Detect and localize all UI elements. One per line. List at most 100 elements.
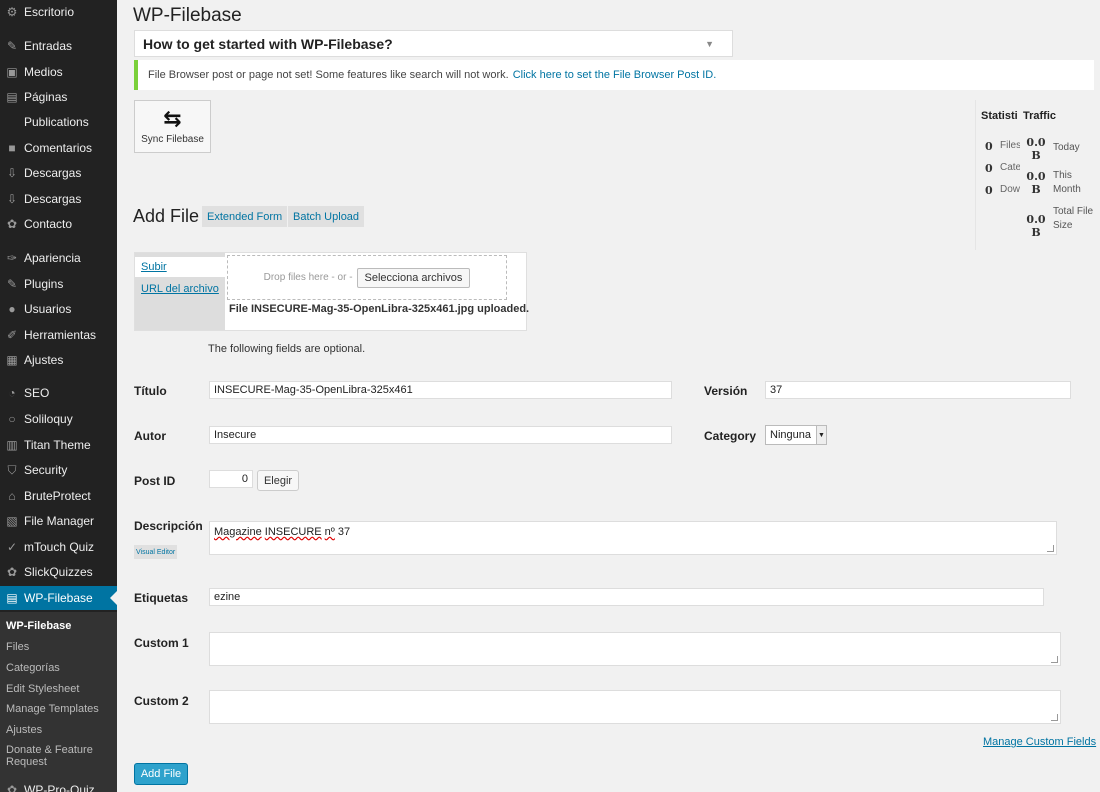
submenu-item[interactable]: Manage Templates [6, 703, 99, 715]
choose-post-button[interactable]: Elegir [257, 470, 299, 491]
sidebar-item[interactable]: ▤ Páginas [0, 85, 117, 109]
sidebar-item[interactable]: ⌂ BruteProtect [0, 484, 117, 508]
extended-form-button[interactable]: Extended Form [202, 206, 288, 227]
sidebar-item[interactable]: ▥ Titan Theme [0, 433, 117, 457]
custom-2-textarea[interactable] [209, 690, 1061, 724]
resize-handle[interactable] [1051, 714, 1058, 721]
resize-handle[interactable] [1051, 656, 1058, 663]
chevron-down-icon: ▼ [705, 39, 714, 49]
page-title: WP-Filebase [133, 5, 242, 26]
submenu-item[interactable]: WP-Filebase [6, 620, 71, 632]
tags-input[interactable]: ezine [209, 588, 1044, 606]
sidebar-item-label: WP-Filebase [24, 591, 93, 605]
shield-icon: ⛉ [7, 462, 17, 477]
download-icon: ⇩ [6, 166, 18, 180]
sidebar-item[interactable]: ⇩ Descargas [0, 161, 117, 185]
sidebar-item[interactable]: ⇩ Descargas [0, 187, 117, 211]
add-file-heading: Add File [133, 206, 200, 226]
submenu-item[interactable]: Categorías [6, 662, 60, 674]
sync-filebase-label: Sync Filebase [141, 134, 204, 145]
drop-zone[interactable]: Drop files here - or - Selecciona archiv… [227, 255, 507, 300]
submenu-item[interactable]: Ajustes [6, 724, 42, 736]
notice-banner: File Browser post or page not set! Some … [134, 60, 1094, 90]
sidebar-item-label: Descargas [24, 192, 82, 206]
set-post-id-link[interactable]: Click here to set the File Browser Post … [513, 69, 717, 81]
sidebar-item-label: Soliloquy [24, 412, 73, 426]
sidebar-item[interactable]: ◔ SEO [0, 381, 117, 405]
sidebar-item-label: Entradas [24, 39, 73, 53]
seo-icon: ◔ [8, 386, 16, 400]
check-icon: ✓ [6, 540, 18, 554]
custom-1-textarea[interactable] [209, 632, 1061, 666]
media-icon: ▣ [6, 65, 18, 79]
sidebar-item[interactable]: ✓ mTouch Quiz [0, 535, 117, 559]
submenu-item[interactable]: Donate & Feature Request [6, 744, 106, 768]
traffic-month-value: 0.0 B [1026, 170, 1046, 196]
resize-handle[interactable] [1047, 545, 1054, 552]
sidebar-item[interactable]: ▤ WP-Filebase [0, 586, 117, 610]
sidebar-item[interactable]: Publications [0, 110, 117, 134]
sidebar-item-label: Apariencia [24, 251, 81, 265]
sidebar-item-label: Comentarios [24, 141, 93, 155]
upload-tabs: Subir URL del archivo [135, 253, 225, 330]
sidebar-item[interactable]: ✿ SlickQuizzes [0, 560, 117, 584]
add-file-button[interactable]: Add File [134, 763, 188, 785]
sidebar-item[interactable]: ⚙ Escritorio [0, 0, 117, 24]
sidebar-item-label: Titan Theme [24, 438, 91, 452]
help-dropdown[interactable]: How to get started with WP-Filebase? ▼ [134, 30, 733, 57]
downloads-count: 0 [985, 184, 993, 197]
submenu-item[interactable]: Files [6, 641, 29, 653]
sidebar-item[interactable]: ✿ WP-Pro-Quiz [0, 778, 117, 792]
sidebar-item[interactable]: ⛉ Security [0, 458, 117, 482]
files-count: 0 [985, 140, 993, 153]
categories-label: Cate [1000, 162, 1020, 173]
stats-panel: Statisti Traffic 0 Files 0 Cate 0 Dow 0.… [975, 100, 1100, 250]
traffic-header: Traffic [1023, 110, 1057, 122]
sidebar-item-label: Plugins [24, 277, 64, 291]
sidebar-item-label: Usuarios [24, 302, 72, 316]
sidebar-item[interactable]: ✿ Contacto [0, 212, 117, 236]
manage-custom-fields-link[interactable]: Manage Custom Fields [983, 736, 1096, 748]
sidebar-item[interactable]: ▣ Medios [0, 60, 117, 84]
admin-sidebar: ⚙ Escritorio ✎ Entradas ▣ Medios ▤ Páginas Publ… [0, 0, 117, 792]
pages-icon: ▤ [6, 90, 18, 104]
tools-icon: ✐ [6, 328, 18, 342]
traffic-today-value: 0.0 B [1026, 136, 1046, 162]
sidebar-item[interactable]: ○ Soliloquy [0, 407, 117, 431]
tab-file-url[interactable]: URL del archivo [141, 283, 219, 295]
sidebar-item[interactable]: ✎ Plugins [0, 272, 117, 296]
description-textarea[interactable]: Magazine INSECURE nº 37 [209, 521, 1057, 555]
sync-filebase-button[interactable]: ⇆ Sync Filebase [134, 100, 211, 153]
sidebar-item-label: Medios [24, 65, 63, 79]
sidebar-item-label: Publications [24, 115, 89, 129]
tags-label: Etiquetas [134, 591, 189, 605]
titan-icon: ▥ [6, 438, 18, 452]
category-select[interactable]: Ninguna ▼ [765, 425, 827, 445]
sidebar-item[interactable]: ✐ Herramientas [0, 323, 117, 347]
settings-icon: ▦ [6, 353, 18, 367]
sidebar-item[interactable]: ● Usuarios [0, 297, 117, 321]
custom-2-label: Custom 2 [134, 694, 189, 708]
sidebar-item[interactable]: ✎ Entradas [0, 34, 117, 58]
title-input[interactable]: INSECURE-Mag-35-OpenLibra-325x461 [209, 381, 672, 399]
traffic-month-label: This Month [1053, 170, 1081, 195]
tab-upload[interactable]: Subir [135, 257, 225, 277]
sidebar-item[interactable]: ■ Comentarios [0, 136, 117, 160]
select-files-button[interactable]: Selecciona archivos [356, 267, 471, 288]
sidebar-item[interactable]: ▧ File Manager [0, 509, 117, 533]
download-icon: ⇩ [6, 192, 18, 206]
sidebar-item[interactable]: ▦ Ajustes [0, 348, 117, 372]
submenu-item[interactable]: Edit Stylesheet [6, 683, 79, 695]
batch-upload-button[interactable]: Batch Upload [288, 206, 365, 227]
post-id-label: Post ID [134, 474, 176, 488]
author-input[interactable]: Insecure [209, 426, 672, 444]
sidebar-item-label: SlickQuizzes [24, 565, 93, 579]
version-input[interactable]: 37 [765, 381, 1071, 399]
sidebar-item[interactable]: ✑ Apariencia [0, 246, 117, 270]
downloads-label: Dow [1000, 184, 1020, 195]
dashboard-icon: ⚙ [6, 5, 18, 19]
post-id-input[interactable]: 0 [209, 470, 253, 488]
description-label: Descripción [134, 519, 203, 533]
visual-editor-button[interactable]: Visual Editor [134, 545, 178, 559]
publications-icon [4, 114, 20, 130]
